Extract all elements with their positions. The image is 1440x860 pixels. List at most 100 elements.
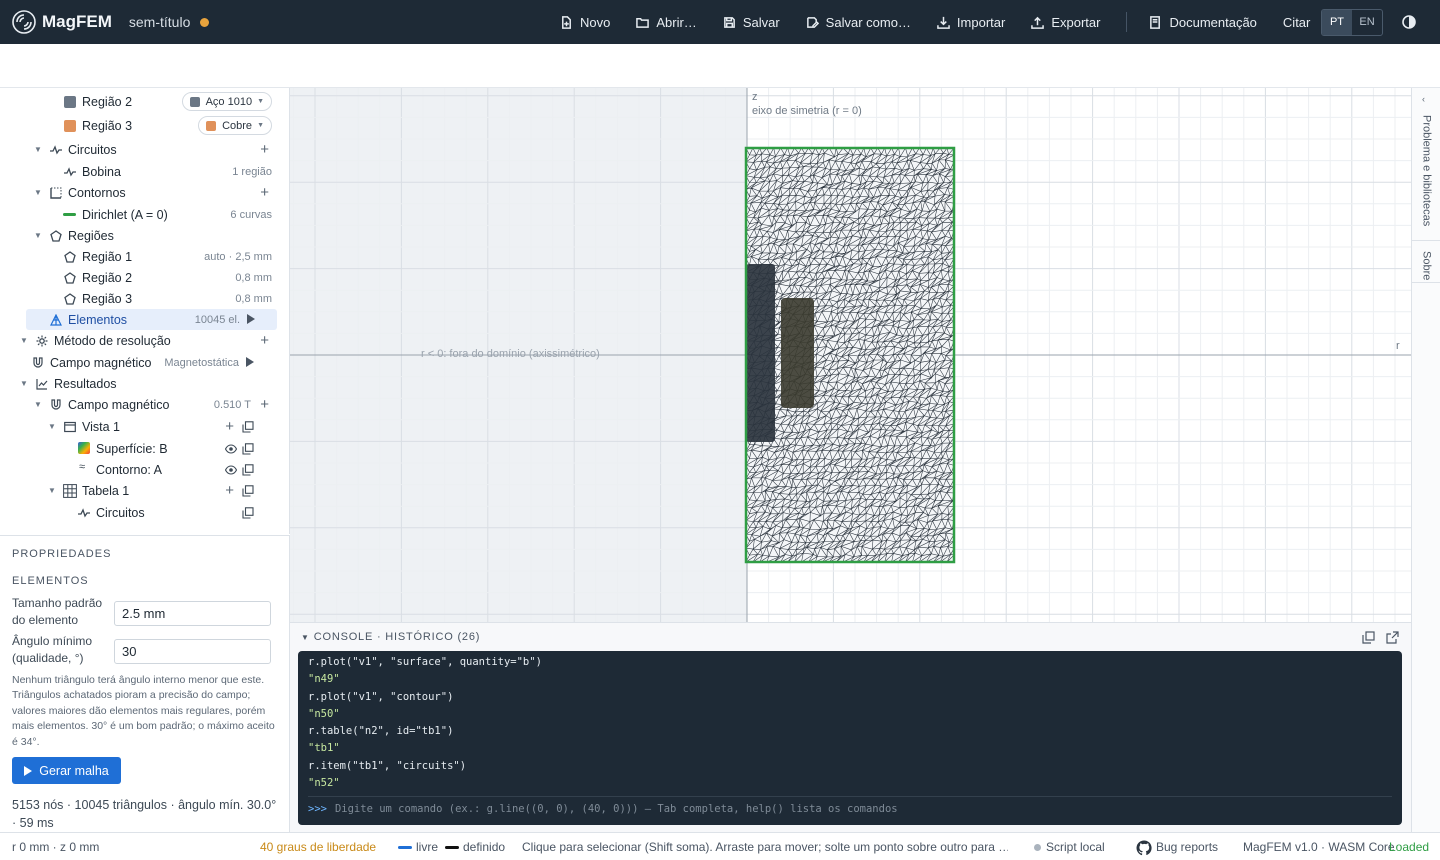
tree-row-table-1[interactable]: ▼ Tabela 1 + [0, 480, 289, 501]
tree-row-solver[interactable]: ▼ Método de resolução + [0, 330, 289, 351]
caret-down-icon: ▼ [301, 633, 310, 642]
add-boundary-button[interactable]: + [260, 185, 269, 200]
cite-button[interactable]: Citar [1283, 15, 1310, 30]
coil-meta: 1 região [232, 165, 272, 178]
copper-coil-region[interactable] [781, 298, 814, 408]
tree-row-boundaries[interactable]: ▼ Contornos + [0, 182, 289, 203]
steel-region[interactable] [746, 264, 775, 442]
tree-row-view-1[interactable]: ▼ Vista 1 + [0, 416, 289, 437]
caret-down-icon[interactable]: ▼ [34, 400, 42, 409]
tree-row-result-field[interactable]: ▼ Campo magnético 0.510 T + [0, 394, 289, 415]
console-terminal[interactable]: r.plot("v1", "surface", quantity="b") "n… [298, 651, 1402, 825]
tree-row-surface-plot[interactable]: Superfície: B [0, 438, 289, 459]
language-switch: PT EN [1321, 9, 1383, 36]
dof-count: 40 graus de liberdade [260, 840, 377, 854]
copy-icon[interactable] [1362, 631, 1375, 644]
add-plot-button[interactable]: + [225, 419, 234, 434]
coil-label: Bobina [82, 164, 121, 179]
geometry-canvas[interactable]: z eixo de simetria (r = 0) r r < 0: fora… [290, 88, 1411, 622]
element-size-input[interactable] [114, 601, 271, 626]
caret-down-icon[interactable]: ▼ [48, 486, 56, 495]
tree-row-results[interactable]: ▼ Resultados [0, 373, 289, 394]
tree-row-regions[interactable]: ▼ Regiões [0, 225, 289, 246]
console-line: "n50" [308, 708, 340, 720]
external-link-icon[interactable] [1386, 631, 1399, 644]
brand[interactable]: MagFEM [12, 10, 112, 34]
theme-toggle-icon[interactable] [1402, 15, 1416, 29]
duplicate-icon[interactable] [242, 464, 254, 476]
caret-down-icon[interactable]: ▼ [34, 231, 42, 240]
add-result-button[interactable]: + [260, 397, 269, 412]
tree-row-material-region-2[interactable]: Região 2 Aço 1010 ▼ [0, 91, 289, 112]
tab-about[interactable]: Sobre [1412, 246, 1440, 286]
region-label: Região 2 [82, 270, 133, 285]
open-button[interactable]: Abrir… [636, 15, 697, 30]
tree-row-coil[interactable]: Bobina 1 região [0, 161, 289, 182]
export-button[interactable]: Exportar [1031, 15, 1100, 30]
caret-down-icon[interactable]: ▼ [34, 145, 42, 154]
material-name: Cobre [222, 119, 253, 132]
lang-pt-button[interactable]: PT [1322, 10, 1352, 35]
save-icon [723, 16, 735, 28]
tab-problem-libraries[interactable]: Problema e bibliotecas [1412, 108, 1440, 234]
mesh-view[interactable] [744, 146, 956, 564]
circuit-icon [78, 507, 90, 517]
import-button[interactable]: Importar [937, 15, 1005, 30]
play-icon[interactable] [246, 357, 254, 367]
min-angle-input[interactable] [114, 639, 271, 664]
play-icon[interactable] [247, 314, 255, 324]
console-header[interactable]: ▼ CONSOLE · HISTÓRICO (26) [301, 631, 480, 643]
duplicate-icon[interactable] [242, 507, 254, 519]
eye-icon[interactable] [225, 443, 237, 455]
folder-open-icon [636, 17, 650, 28]
add-circuit-button[interactable]: + [260, 142, 269, 157]
save-as-button[interactable]: Salvar como… [806, 15, 911, 30]
generate-mesh-button[interactable]: Gerar malha [12, 757, 121, 784]
tree-row-contour-plot[interactable]: ≈ Contorno: A [0, 459, 289, 480]
material-select[interactable]: Aço 1010 ▼ [181, 92, 272, 111]
rail-divider [1412, 240, 1440, 241]
table-icon [63, 483, 77, 498]
save-button[interactable]: Salvar [723, 15, 780, 30]
tree-row-magnetic-field[interactable]: Campo magnético Magnetostática [0, 352, 289, 373]
caret-down-icon[interactable]: ▼ [20, 379, 28, 388]
duplicate-icon[interactable] [242, 485, 254, 497]
duplicate-icon[interactable] [242, 443, 254, 455]
table-label: Tabela 1 [82, 483, 130, 498]
caret-down-icon[interactable]: ▼ [20, 336, 28, 345]
rail-divider [1412, 282, 1440, 283]
tree-row-elements[interactable]: Elementos 10045 el. [26, 309, 277, 330]
surface-plot-label: Superfície: B [96, 441, 168, 456]
tree-row-circuits[interactable]: ▼ Circuitos + [0, 139, 289, 160]
tree-row-dirichlet[interactable]: Dirichlet (A = 0) 6 curvas [0, 204, 289, 225]
tree-row-table-circuits[interactable]: Circuitos [0, 502, 289, 523]
chevron-left-icon[interactable]: ‹ [1422, 94, 1425, 104]
material-select[interactable]: Cobre ▼ [198, 116, 272, 135]
add-table-item-button[interactable]: + [225, 483, 234, 498]
document-title[interactable]: sem-título [129, 14, 190, 30]
caret-down-icon[interactable]: ▼ [48, 422, 56, 431]
console-line: r.item("tb1", "circuits") [308, 760, 467, 772]
caret-down-icon[interactable]: ▼ [34, 188, 42, 197]
eye-icon[interactable] [225, 464, 237, 476]
free-legend-swatch [398, 846, 412, 849]
console-prompt: >>> [308, 803, 327, 815]
magfem-logo-icon [12, 10, 36, 34]
tree-row-region-1[interactable]: Região 1 auto · 2,5 mm [0, 246, 289, 267]
app-name: MagFEM [42, 12, 112, 31]
version-info: MagFEM v1.0 · WASM Core [1243, 840, 1395, 854]
console-input[interactable]: >>> Digite um comando (ex.: g.line((0, 0)… [308, 796, 1392, 815]
tree-row-region-3[interactable]: Região 3 0,8 mm [0, 288, 289, 309]
lang-en-button[interactable]: EN [1352, 10, 1382, 35]
chevron-down-icon: ▼ [257, 122, 264, 129]
region-label: Região 3 [82, 118, 133, 133]
tree-row-region-2[interactable]: Região 2 0,8 mm [0, 267, 289, 288]
new-button[interactable]: Novo [560, 15, 610, 30]
documentation-button[interactable]: Documentação [1149, 15, 1257, 30]
script-status-dot [1034, 844, 1041, 851]
add-solver-button[interactable]: + [260, 333, 269, 348]
tree-row-material-region-3[interactable]: Região 3 Cobre ▼ [0, 115, 289, 136]
bug-reports-link[interactable]: Bug reports [1156, 840, 1218, 854]
regions-label: Regiões [68, 228, 114, 243]
duplicate-icon[interactable] [242, 421, 254, 433]
